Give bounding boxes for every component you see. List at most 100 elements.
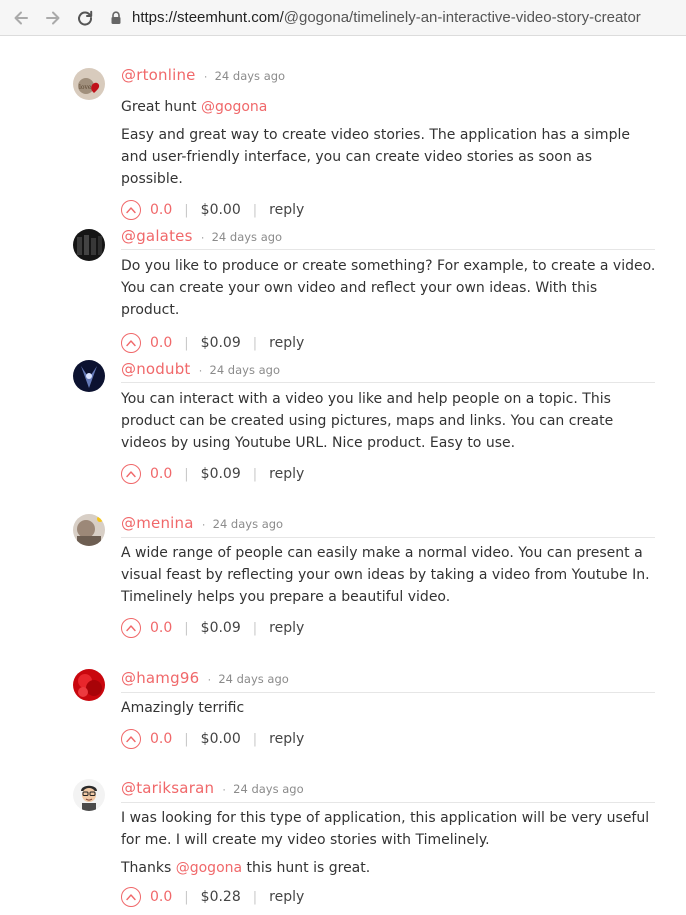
reload-button[interactable] xyxy=(74,7,96,29)
action-divider: | xyxy=(184,202,189,218)
action-divider: | xyxy=(252,466,258,482)
lock-icon xyxy=(110,10,122,25)
mention-link[interactable]: @gogona xyxy=(201,99,267,115)
comment-timestamp[interactable]: 24 days ago xyxy=(210,363,280,377)
chevron-up-icon xyxy=(126,894,136,901)
text-run: Amazingly terrific xyxy=(121,700,245,716)
comment-actions: 0.0 | $0.09 | reply xyxy=(121,616,661,640)
comment-timestamp[interactable]: 24 days ago xyxy=(213,517,283,531)
mention-link[interactable]: @gogona xyxy=(176,860,242,876)
avatar[interactable] xyxy=(73,360,105,392)
back-button[interactable] xyxy=(10,7,32,29)
reload-icon xyxy=(78,10,93,26)
comment-paragraph: Thanks @gogona this hunt is great. xyxy=(121,857,656,879)
action-divider: | xyxy=(184,335,189,351)
action-divider: | xyxy=(184,466,189,482)
comment-body: Amazingly terrific xyxy=(121,697,661,719)
upvote-button[interactable] xyxy=(121,464,141,484)
comment-body: Do you like to produce or create somethi… xyxy=(121,255,661,321)
comment-username[interactable]: @nodubt xyxy=(121,360,191,378)
text-run: A wide range of people can easily make a… xyxy=(121,545,650,605)
comment-header: @tariksaran · 24 days ago xyxy=(121,779,661,801)
comment-body: A wide range of people can easily make a… xyxy=(121,542,661,608)
chevron-up-icon xyxy=(126,207,136,214)
comment-timestamp[interactable]: 24 days ago xyxy=(212,230,282,244)
comment-header: @nodubt · 24 days ago xyxy=(121,360,661,382)
payout-amount[interactable]: $0.09 xyxy=(201,620,241,636)
comment-actions: 0.0 | $0.09 | reply xyxy=(121,331,661,355)
upvote-button[interactable] xyxy=(121,333,141,353)
reply-link[interactable]: reply xyxy=(269,731,304,747)
reply-link[interactable]: reply xyxy=(269,335,304,351)
action-divider: | xyxy=(184,620,189,636)
payout-amount[interactable]: $0.09 xyxy=(201,466,241,482)
vote-count: 0.0 xyxy=(150,889,173,905)
upvote-button[interactable] xyxy=(121,729,141,749)
payout-amount[interactable]: $0.00 xyxy=(201,202,241,218)
forward-button[interactable] xyxy=(42,7,64,29)
avatar[interactable] xyxy=(73,779,105,811)
url-text: https://steemhunt.com/@gogona/timelinely… xyxy=(132,9,641,26)
action-divider: | xyxy=(184,731,189,747)
payout-amount[interactable]: $0.28 xyxy=(201,889,241,905)
upvote-button[interactable] xyxy=(121,887,141,907)
comment-actions: 0.0 | $0.09 | reply xyxy=(121,462,661,486)
text-run: You can interact with a video you like a… xyxy=(121,391,614,451)
reply-link[interactable]: reply xyxy=(269,620,304,636)
action-divider: | xyxy=(252,335,258,351)
comment-username[interactable]: @galates xyxy=(121,227,193,245)
meta-separator: · xyxy=(203,69,208,83)
avatar[interactable] xyxy=(73,669,105,701)
comment-body: You can interact with a video you like a… xyxy=(121,388,661,454)
comment-header: @rtonline · 24 days ago xyxy=(121,66,661,88)
upvote-button[interactable] xyxy=(121,200,141,220)
chevron-up-icon xyxy=(126,736,136,743)
meta-separator: · xyxy=(200,230,205,244)
avatar[interactable] xyxy=(73,229,105,261)
meta-separator: · xyxy=(198,363,203,377)
comment-body: Great hunt @gogona Easy and great way to… xyxy=(121,96,661,190)
arrow-right-icon xyxy=(46,11,60,24)
reply-link[interactable]: reply xyxy=(269,889,304,905)
chevron-up-icon xyxy=(126,340,136,347)
reply-link[interactable]: reply xyxy=(269,466,304,482)
vote-count: 0.0 xyxy=(150,335,173,351)
url-path: @gogona/timelinely-an-interactive-video-… xyxy=(283,9,641,26)
comment-paragraph: Amazingly terrific xyxy=(121,697,656,719)
comment-timestamp[interactable]: 24 days ago xyxy=(233,782,303,796)
action-divider: | xyxy=(252,202,258,218)
action-divider: | xyxy=(184,889,189,905)
action-divider: | xyxy=(252,731,258,747)
avatar[interactable]: love xyxy=(73,68,105,100)
comment-header: @hamg96 · 24 days ago xyxy=(121,669,661,691)
text-run: Thanks xyxy=(121,860,176,876)
avatar[interactable] xyxy=(73,514,105,546)
vote-count: 0.0 xyxy=(150,202,173,218)
vote-count: 0.0 xyxy=(150,731,173,747)
comment-paragraph: Do you like to produce or create somethi… xyxy=(121,255,656,321)
comment-username[interactable]: @menina xyxy=(121,514,194,532)
comment-actions: 0.0 | $0.00 | reply xyxy=(121,198,661,222)
upvote-button[interactable] xyxy=(121,618,141,638)
comment-username[interactable]: @tariksaran xyxy=(121,779,214,797)
payout-amount[interactable]: $0.09 xyxy=(201,335,241,351)
address-bar[interactable]: https://steemhunt.com/@gogona/timelinely… xyxy=(110,4,641,32)
comment-timestamp[interactable]: 24 days ago xyxy=(218,672,288,686)
action-divider: | xyxy=(252,620,258,636)
meta-separator: · xyxy=(207,672,212,686)
reply-link[interactable]: reply xyxy=(269,202,304,218)
vote-count: 0.0 xyxy=(150,620,173,636)
text-run: Easy and great way to create video stori… xyxy=(121,127,630,187)
comment-actions: 0.0 | $0.00 | reply xyxy=(121,727,661,751)
comment-username[interactable]: @hamg96 xyxy=(121,669,199,687)
browser-toolbar: https://steemhunt.com/@gogona/timelinely… xyxy=(0,0,686,36)
text-run: this hunt is great. xyxy=(242,860,371,876)
comment-username[interactable]: @rtonline xyxy=(121,66,196,84)
comment-paragraph: Easy and great way to create video stori… xyxy=(121,124,656,190)
url-host: https://steemhunt.com/ xyxy=(132,9,284,26)
comment-timestamp[interactable]: 24 days ago xyxy=(215,69,285,83)
comment-paragraph: I was looking for this type of applicati… xyxy=(121,807,656,851)
chevron-up-icon xyxy=(126,471,136,478)
svg-text:love: love xyxy=(79,84,92,91)
payout-amount[interactable]: $0.00 xyxy=(201,731,241,747)
